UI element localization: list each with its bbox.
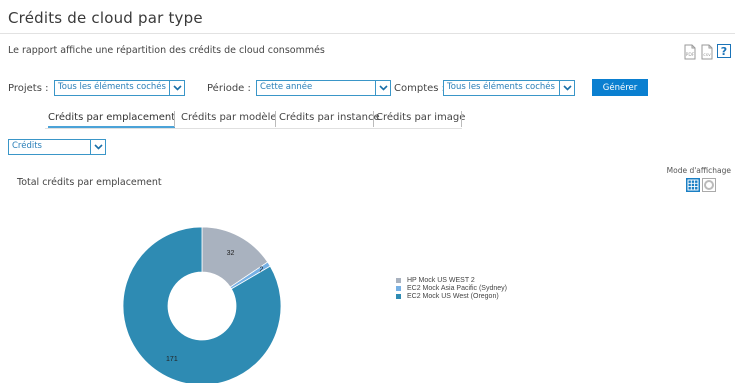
legend-item: HP Mock US WEST 2 <box>396 276 507 284</box>
legend-swatch <box>396 285 401 291</box>
legend-item: EC2 Mock Asia Pacific (Sydney) <box>396 284 507 292</box>
legend-label: HP Mock US WEST 2 <box>407 276 475 284</box>
legend-swatch <box>396 277 401 283</box>
chart-legend: HP Mock US WEST 2 EC2 Mock Asia Pacific … <box>396 276 507 300</box>
legend-item: EC2 Mock US West (Oregon) <box>396 292 507 300</box>
legend-swatch <box>396 293 401 299</box>
donut-chart: 322171 <box>122 226 282 383</box>
legend-label: EC2 Mock US West (Oregon) <box>407 292 499 300</box>
slice-data-label: 32 <box>227 250 235 257</box>
legend-label: EC2 Mock Asia Pacific (Sydney) <box>407 284 507 292</box>
slice-data-label: 171 <box>166 356 178 363</box>
